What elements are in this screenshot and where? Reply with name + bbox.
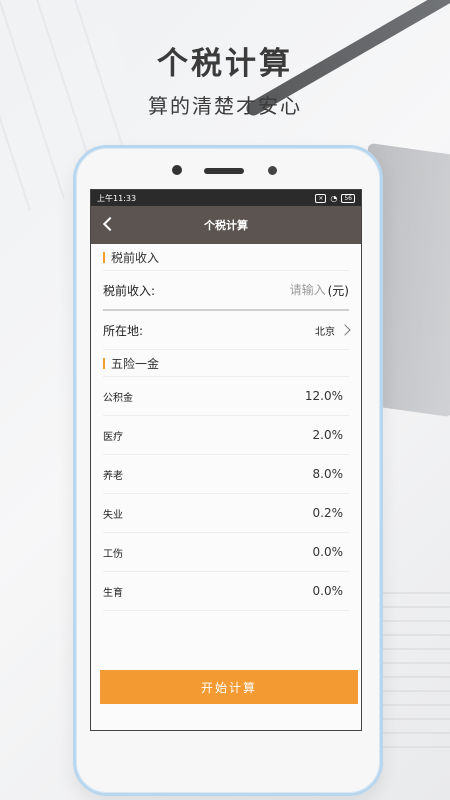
insurance-value: 0.0%: [312, 545, 344, 559]
insurance-row-pension[interactable]: 养老 8.0%: [103, 455, 349, 494]
insurance-row-unemployment[interactable]: 失业 0.2%: [103, 494, 349, 533]
location-row[interactable]: 所在地: 北京: [103, 311, 351, 350]
income-input[interactable]: [253, 282, 328, 298]
section-insurance-title: 五险一金: [111, 356, 160, 371]
hero-title: 个税计算: [157, 46, 293, 82]
insurance-row-work-injury[interactable]: 工伤 0.0%: [103, 533, 349, 572]
form-content: 税前收入 税前收入: (元) 所在地: 北京 五险一金: [91, 244, 361, 611]
location-label: 所在地:: [103, 323, 144, 338]
chevron-right-icon: [339, 324, 351, 336]
page-title: 个税计算: [204, 219, 248, 232]
insurance-label: 养老: [103, 470, 123, 482]
insurance-row-maternity[interactable]: 生育 0.0%: [103, 572, 349, 611]
battery-icon: 56: [341, 193, 355, 203]
income-input-wrap: (元): [253, 282, 349, 299]
phone-frame: 上午11:33 × ◔ 56 个税计算 税前收入 税前收入: (元): [73, 145, 383, 796]
section-income-title: 税前收入: [111, 250, 160, 265]
hero-subtitle: 算的清楚才安心: [148, 94, 302, 118]
proximity-sensor: [268, 166, 277, 175]
app-screen: 上午11:33 × ◔ 56 个税计算 税前收入 税前收入: (元): [90, 189, 362, 731]
insurance-label: 失业: [103, 509, 123, 521]
income-label: 税前收入:: [103, 283, 156, 298]
insurance-value: 12.0%: [304, 389, 343, 403]
insurance-value: 8.0%: [312, 467, 344, 481]
insurance-label: 公积金: [103, 392, 133, 404]
section-insurance: 五险一金: [103, 350, 349, 377]
earpiece-speaker: [204, 168, 244, 174]
back-button[interactable]: [101, 215, 117, 233]
status-bar: 上午11:33 × ◔ 56: [91, 190, 361, 206]
section-accent-bar: [103, 357, 105, 369]
status-icons: × ◔ 56: [315, 193, 355, 203]
start-calculate-button[interactable]: 开始计算: [100, 670, 358, 704]
front-camera: [172, 165, 182, 175]
insurance-label: 医疗: [103, 431, 123, 443]
location-selector[interactable]: 北京: [315, 323, 351, 338]
insurance-label: 工伤: [103, 548, 123, 560]
location-value: 北京: [315, 326, 335, 338]
wifi-icon: ◔: [330, 193, 338, 203]
insurance-label: 生育: [103, 587, 123, 599]
status-time: 上午11:33: [97, 193, 137, 203]
insurance-value: 2.0%: [312, 428, 344, 442]
navigation-bar: 个税计算: [91, 206, 361, 244]
insurance-value: 0.0%: [312, 584, 344, 598]
income-row: 税前收入: (元): [103, 271, 349, 311]
insurance-value: 0.2%: [312, 506, 344, 520]
sim-icon: ×: [315, 193, 327, 203]
insurance-row-medical[interactable]: 医疗 2.0%: [103, 416, 349, 455]
section-income: 税前收入: [103, 244, 349, 271]
section-accent-bar: [103, 251, 105, 263]
insurance-row-housing-fund[interactable]: 公积金 12.0%: [103, 377, 349, 416]
income-unit: (元): [327, 283, 349, 298]
